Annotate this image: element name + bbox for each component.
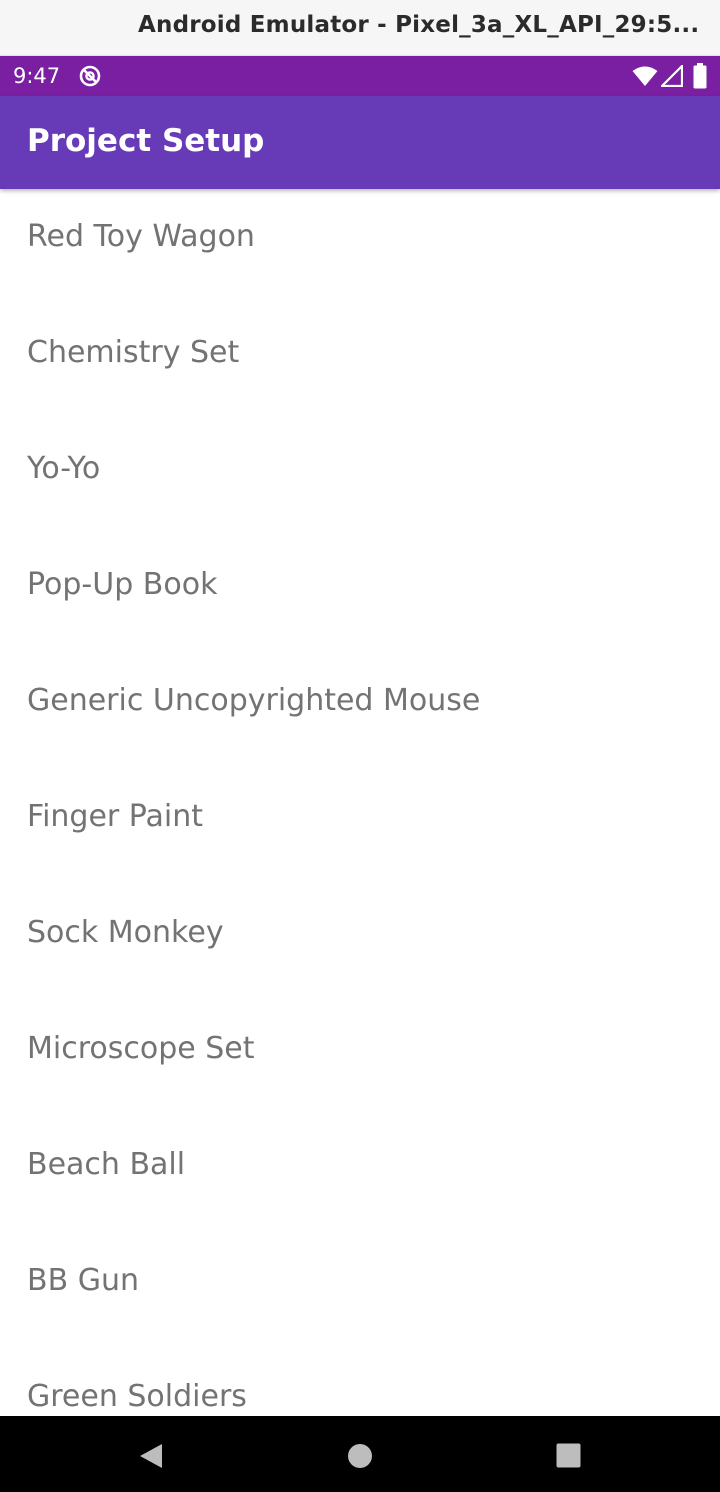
window-title: Android Emulator - Pixel_3a_XL_API_29:5.… bbox=[138, 12, 700, 38]
toy-list[interactable]: Red Toy Wagon Chemistry Set Yo-Yo Pop-Up… bbox=[0, 182, 720, 1416]
list-item-label: Sock Monkey bbox=[27, 915, 224, 950]
list-item-label: Red Toy Wagon bbox=[27, 219, 255, 254]
list-item[interactable]: Pop-Up Book bbox=[0, 530, 720, 646]
wifi-icon bbox=[632, 66, 658, 86]
list-item[interactable]: Beach Ball bbox=[0, 1110, 720, 1226]
list-item-label: Beach Ball bbox=[27, 1147, 186, 1182]
app-title: Project Setup bbox=[27, 123, 265, 159]
list-item[interactable]: Chemistry Set bbox=[0, 298, 720, 414]
list-item[interactable]: Microscope Set bbox=[0, 994, 720, 1110]
list-item-label: Generic Uncopyrighted Mouse bbox=[27, 683, 481, 718]
list-item-label: Yo-Yo bbox=[27, 451, 101, 486]
app-bar: Project Setup bbox=[0, 96, 720, 189]
list-item[interactable]: BB Gun bbox=[0, 1226, 720, 1342]
list-item[interactable]: Finger Paint bbox=[0, 762, 720, 878]
back-icon[interactable] bbox=[138, 1442, 164, 1470]
list-item[interactable]: Yo-Yo bbox=[0, 414, 720, 530]
list-item-label: Chemistry Set bbox=[27, 335, 240, 370]
emulator-frame: Android Emulator - Pixel_3a_XL_API_29:5.… bbox=[0, 0, 720, 1492]
list-item-label: Pop-Up Book bbox=[27, 567, 218, 602]
list-item[interactable]: Sock Monkey bbox=[0, 878, 720, 994]
list-item-label: Green Soldiers bbox=[27, 1379, 247, 1414]
status-bar: 9:47 bbox=[0, 56, 720, 96]
cellular-signal-icon bbox=[661, 65, 683, 87]
list-item-label: Microscope Set bbox=[27, 1031, 255, 1066]
emulator-window-titlebar[interactable]: Android Emulator - Pixel_3a_XL_API_29:5.… bbox=[0, 0, 720, 56]
list-item[interactable]: Generic Uncopyrighted Mouse bbox=[0, 646, 720, 762]
recents-icon[interactable] bbox=[556, 1443, 581, 1468]
battery-icon bbox=[693, 63, 707, 89]
navigation-bar bbox=[0, 1416, 720, 1492]
sync-icon bbox=[79, 65, 101, 87]
list-item-label: BB Gun bbox=[27, 1263, 139, 1298]
list-item[interactable]: Green Soldiers bbox=[0, 1342, 720, 1416]
list-item-label: Finger Paint bbox=[27, 799, 204, 834]
home-icon[interactable] bbox=[347, 1443, 373, 1469]
list-item[interactable]: Red Toy Wagon bbox=[0, 182, 720, 298]
status-time: 9:47 bbox=[13, 64, 61, 88]
